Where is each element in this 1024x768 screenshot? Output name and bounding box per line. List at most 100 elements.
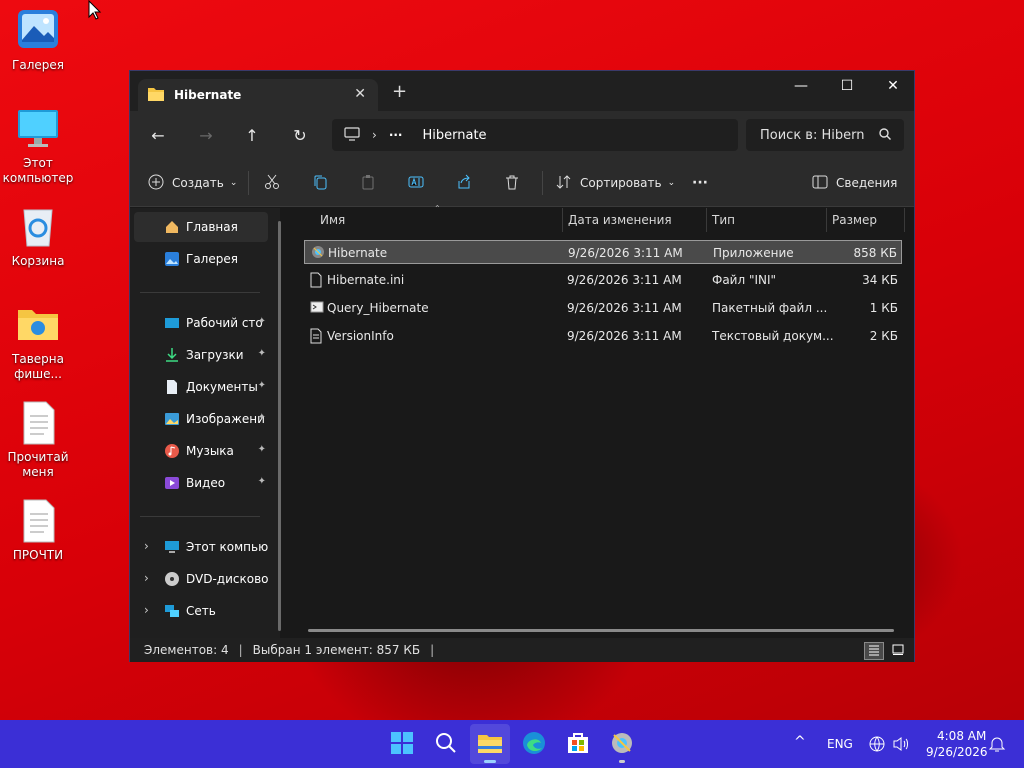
computer-icon bbox=[164, 539, 180, 555]
file-explorer-icon bbox=[477, 732, 503, 757]
address-bar[interactable]: › ··· Hibernate bbox=[332, 119, 738, 151]
file-type: Текстовый докум... bbox=[712, 329, 834, 343]
copy-icon bbox=[312, 174, 328, 193]
details-view-button[interactable] bbox=[864, 642, 884, 660]
taskbar-search-button[interactable] bbox=[426, 724, 466, 764]
command-separator bbox=[542, 171, 543, 195]
hibernate-app-icon bbox=[610, 731, 634, 758]
start-button[interactable] bbox=[382, 724, 422, 764]
tab-close-button[interactable]: ✕ bbox=[354, 86, 366, 102]
title-bar: Hibernate ✕ + — ☐ ✕ bbox=[130, 71, 914, 111]
sidebar-item-videos[interactable]: Видео ✦ bbox=[134, 468, 268, 498]
back-button[interactable]: ← bbox=[146, 123, 170, 147]
desktop-icon-readme[interactable]: Прочитай меня bbox=[4, 398, 72, 480]
horizontal-scrollbar[interactable] bbox=[308, 629, 894, 632]
tab-hibernate[interactable]: Hibernate ✕ bbox=[138, 79, 378, 111]
sidebar-item-home[interactable]: Главная bbox=[134, 212, 268, 242]
file-name: Hibernate bbox=[328, 246, 388, 260]
column-header-date[interactable]: Дата изменения bbox=[568, 208, 672, 232]
expand-chevron-icon[interactable]: › bbox=[144, 539, 149, 553]
cut-button[interactable] bbox=[264, 171, 280, 195]
create-button[interactable]: Создать ⌄ bbox=[148, 171, 237, 195]
breadcrumb-more[interactable]: ··· bbox=[389, 128, 403, 142]
large-icons-view-button[interactable] bbox=[888, 642, 908, 660]
up-button[interactable]: ↑ bbox=[240, 123, 264, 147]
breadcrumb-chevron[interactable]: › bbox=[372, 128, 377, 142]
column-header-size[interactable]: Размер bbox=[832, 208, 877, 232]
sidebar-scrollbar[interactable] bbox=[278, 221, 281, 631]
sidebar-item-this-pc[interactable]: › Этот компьюте bbox=[134, 532, 268, 562]
pin-icon: ✦ bbox=[257, 316, 266, 327]
sidebar-item-pictures[interactable]: Изображени ✦ bbox=[134, 404, 268, 434]
close-icon: ✕ bbox=[887, 78, 899, 94]
show-hidden-icons-button[interactable]: ^ bbox=[794, 734, 806, 750]
expand-chevron-icon[interactable]: › bbox=[144, 603, 149, 617]
sidebar-item-network[interactable]: › Сеть bbox=[134, 596, 268, 626]
sort-button[interactable]: Сортировать ⌄ bbox=[556, 171, 675, 195]
desktop-icon-prochti[interactable]: ПРОЧТИ bbox=[4, 496, 72, 563]
table-row[interactable]: VersionInfo 9/26/2026 3:11 AM Текстовый … bbox=[304, 324, 902, 348]
maximize-button[interactable]: ☐ bbox=[824, 71, 870, 101]
refresh-button[interactable]: ↻ bbox=[288, 123, 312, 147]
video-icon bbox=[164, 475, 180, 491]
download-icon bbox=[164, 347, 180, 363]
forward-button[interactable]: → bbox=[194, 123, 218, 147]
minimize-button[interactable]: — bbox=[778, 71, 824, 101]
taskbar-file-explorer[interactable] bbox=[470, 724, 510, 764]
more-options-button[interactable]: ··· bbox=[692, 171, 708, 195]
column-label: Тип bbox=[712, 213, 735, 227]
command-bar: Создать ⌄ Сортировать ⌄ ··· Сведения bbox=[130, 159, 914, 207]
rename-icon bbox=[408, 174, 424, 193]
sidebar-item-desktop[interactable]: Рабочий сто ✦ bbox=[134, 308, 268, 338]
copy-button[interactable] bbox=[312, 171, 328, 195]
language-indicator[interactable]: ENG bbox=[827, 737, 853, 751]
column-header-type[interactable]: Тип bbox=[712, 208, 735, 232]
paste-button[interactable] bbox=[360, 171, 376, 195]
file-list: ⌃ Имя Дата изменения Тип Размер Hibernat… bbox=[290, 204, 916, 638]
table-row[interactable]: Query_Hibernate 9/26/2026 3:11 AM Пакетн… bbox=[304, 296, 902, 320]
share-button[interactable] bbox=[456, 171, 472, 195]
breadcrumb-hibernate[interactable]: Hibernate bbox=[423, 128, 487, 143]
close-button[interactable]: ✕ bbox=[870, 71, 916, 101]
column-separator[interactable] bbox=[826, 208, 827, 232]
file-name: Hibernate.ini bbox=[327, 273, 405, 287]
rename-button[interactable] bbox=[408, 171, 424, 195]
volume-icon[interactable] bbox=[892, 736, 910, 755]
new-tab-button[interactable]: + bbox=[392, 83, 407, 101]
sidebar-item-downloads[interactable]: Загрузки ✦ bbox=[134, 340, 268, 370]
desktop-icon-gallery[interactable]: Галерея bbox=[4, 6, 72, 73]
taskbar-hibernate-app[interactable] bbox=[602, 724, 642, 764]
sidebar-item-music[interactable]: Музыка ✦ bbox=[134, 436, 268, 466]
clipboard-icon bbox=[360, 174, 376, 193]
sidebar-item-documents[interactable]: Документы ✦ bbox=[134, 372, 268, 402]
table-row[interactable]: Hibernate 9/26/2026 3:11 AM Приложение 8… bbox=[304, 240, 902, 264]
column-separator[interactable] bbox=[904, 208, 905, 232]
sidebar-item-gallery[interactable]: Галерея bbox=[134, 244, 268, 274]
expand-chevron-icon[interactable]: › bbox=[144, 571, 149, 585]
taskbar-store[interactable] bbox=[558, 724, 598, 764]
desktop-icon-tavern-folder[interactable]: Таверна фише... bbox=[4, 300, 72, 382]
sidebar-item-dvd-drive[interactable]: › DVD-дисковод ( bbox=[134, 564, 268, 594]
search-icon bbox=[435, 732, 457, 757]
clock-date[interactable]: 9/26/2026 bbox=[926, 745, 988, 759]
file-explorer-window: Hibernate ✕ + — ☐ ✕ ← → ↑ ↻ › ··· Hibern… bbox=[129, 70, 915, 662]
column-separator[interactable] bbox=[562, 208, 563, 232]
notifications-icon[interactable] bbox=[988, 735, 1006, 756]
column-separator[interactable] bbox=[706, 208, 707, 232]
up-arrow-icon: ↑ bbox=[245, 125, 259, 145]
taskbar: ^ ENG 4:08 AM 9/26/2026 bbox=[0, 720, 1024, 768]
desktop-icon-recycle-bin[interactable]: Корзина bbox=[4, 202, 72, 269]
taskbar-edge[interactable] bbox=[514, 724, 554, 764]
active-indicator bbox=[484, 760, 496, 763]
search-input[interactable]: Поиск в: Hibern bbox=[746, 119, 904, 151]
batch-file-icon bbox=[310, 300, 324, 316]
network-icon[interactable] bbox=[868, 736, 886, 755]
clock-time[interactable]: 4:08 AM bbox=[937, 729, 986, 743]
table-row[interactable]: Hibernate.ini 9/26/2026 3:11 AM Файл "IN… bbox=[304, 268, 902, 292]
file-type: Файл "INI" bbox=[712, 273, 777, 287]
column-header-name[interactable]: Имя bbox=[320, 208, 345, 232]
delete-button[interactable] bbox=[504, 171, 520, 195]
desktop-icon-this-pc[interactable]: Этот компьютер bbox=[3, 104, 73, 186]
details-button[interactable]: Сведения bbox=[812, 171, 897, 195]
sort-label: Сортировать bbox=[580, 176, 662, 190]
